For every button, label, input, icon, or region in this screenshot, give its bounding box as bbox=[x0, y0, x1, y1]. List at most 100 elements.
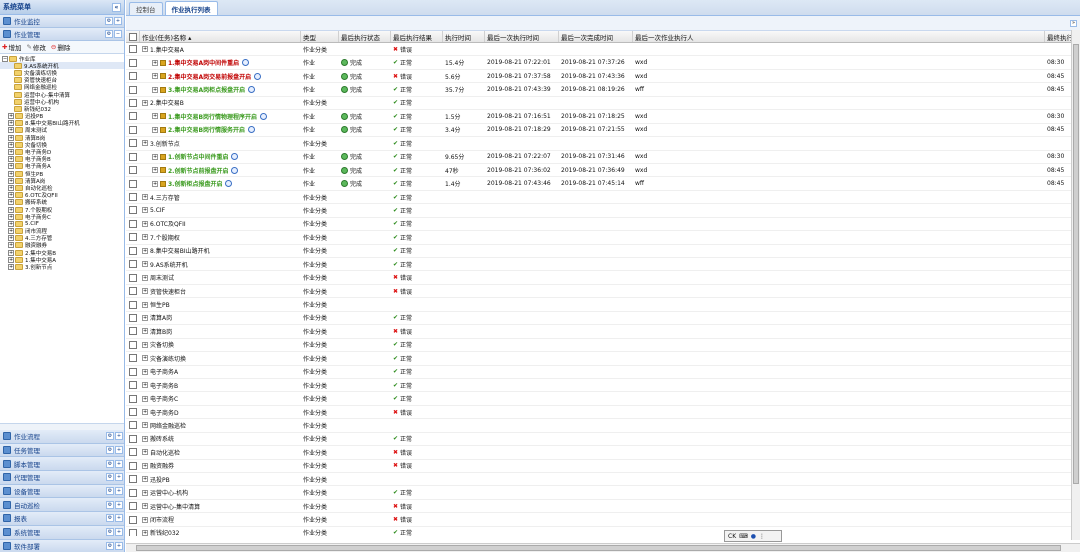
tree-node[interactable]: + 灾备切换 bbox=[0, 141, 124, 148]
table-row[interactable]: +4.三方存管 作业分类 ✔ 正常 bbox=[126, 191, 1080, 205]
expand-icon[interactable]: + bbox=[142, 220, 148, 227]
expand-icon[interactable]: − bbox=[2, 55, 8, 62]
panel-6[interactable]: 报表 ⚙ + bbox=[0, 512, 124, 526]
expand-icon[interactable]: + bbox=[142, 140, 148, 147]
menu-icon[interactable]: ⋮ bbox=[759, 533, 765, 540]
settings-icon[interactable]: ⚙ bbox=[106, 473, 114, 482]
row-name[interactable]: +9.AS系统开机 bbox=[140, 258, 301, 270]
expand-icon[interactable]: + bbox=[8, 177, 14, 184]
tree-node[interactable]: +2.集中交易B bbox=[0, 249, 124, 256]
expand-icon[interactable]: + bbox=[8, 192, 14, 199]
table-row[interactable]: + 自动化巡检 作业分类 ✖ 错误 bbox=[126, 446, 1080, 460]
col-status[interactable]: 最后执行状态 bbox=[339, 31, 391, 42]
row-checkbox[interactable] bbox=[126, 204, 140, 216]
table-row[interactable]: + 网络金融巡检 作业分类 bbox=[126, 419, 1080, 433]
row-checkbox[interactable] bbox=[126, 258, 140, 270]
expand-icon[interactable]: + bbox=[8, 184, 14, 191]
settings-icon[interactable]: ⚙ bbox=[106, 541, 114, 550]
expand-icon[interactable]: + bbox=[8, 220, 14, 227]
expand-icon[interactable]: + bbox=[142, 207, 148, 214]
tree-node[interactable]: 灾备演练切换 bbox=[0, 69, 124, 77]
col-user[interactable]: 最后一次作业执行人 bbox=[633, 31, 1045, 42]
panel-job-monitor[interactable]: 作业监控 ⚙ + bbox=[0, 15, 124, 28]
tree-node[interactable]: 运营中心-机构 bbox=[0, 98, 124, 105]
tree-node[interactable]: 网络金融巡检 bbox=[0, 84, 124, 91]
row-checkbox[interactable] bbox=[126, 271, 140, 283]
table-row[interactable]: +7.个股期权 作业分类 ✔ 正常 bbox=[126, 231, 1080, 245]
row-checkbox[interactable] bbox=[126, 191, 140, 203]
row-checkbox[interactable] bbox=[126, 339, 140, 351]
expand-icon[interactable]: + bbox=[8, 199, 14, 206]
expand-icon[interactable]: + bbox=[115, 432, 123, 441]
tree-node[interactable]: + 融资融券 bbox=[0, 242, 124, 249]
row-name[interactable]: +1.集中交易A岗中间件重启 bbox=[140, 56, 301, 68]
row-checkbox[interactable] bbox=[126, 473, 140, 485]
row-name[interactable]: +2.集中交易B bbox=[140, 97, 301, 109]
table-row[interactable]: + 灾备演练切换 作业分类 ✔ 正常 bbox=[126, 352, 1080, 366]
row-checkbox[interactable] bbox=[126, 245, 140, 257]
row-name[interactable]: +8.集中交易BI山路开机 bbox=[140, 245, 301, 257]
panel-0[interactable]: 作业流程 ⚙ + bbox=[0, 430, 124, 444]
row-name[interactable]: + 周末测试 bbox=[140, 271, 301, 283]
settings-icon[interactable]: ⚙ bbox=[106, 432, 114, 441]
tab-job-execution-list[interactable]: 作业执行列表 bbox=[164, 1, 218, 15]
row-checkbox[interactable] bbox=[126, 312, 140, 324]
expand-icon[interactable]: + bbox=[8, 228, 14, 235]
info-icon[interactable] bbox=[231, 166, 239, 174]
info-icon[interactable] bbox=[231, 153, 239, 161]
row-name[interactable]: +6.OTC及QFII bbox=[140, 218, 301, 230]
expand-icon[interactable]: + bbox=[142, 99, 148, 106]
table-row[interactable]: + 周末测试 作业分类 ✖ 错误 bbox=[126, 271, 1080, 285]
table-row[interactable]: + 闭市流程 作业分类 ✖ 错误 bbox=[126, 513, 1080, 527]
tree-node[interactable]: + 电子商务B bbox=[0, 156, 124, 163]
table-row[interactable]: + 融资融券 作业分类 ✖ 错误 bbox=[126, 460, 1080, 473]
expand-icon[interactable]: + bbox=[142, 476, 148, 483]
job-name[interactable]: 2.集中交易B岗行情服务开启 bbox=[168, 125, 245, 134]
row-checkbox[interactable] bbox=[126, 298, 140, 310]
row-checkbox[interactable] bbox=[126, 419, 140, 431]
row-checkbox[interactable] bbox=[126, 513, 140, 525]
row-name[interactable]: +4.三方存管 bbox=[140, 191, 301, 203]
row-name[interactable]: + 电子商务D bbox=[140, 406, 301, 418]
row-name[interactable]: + 新钱纪032 bbox=[140, 527, 301, 536]
settings-icon[interactable]: ⚙ bbox=[106, 514, 114, 523]
row-checkbox[interactable] bbox=[126, 177, 140, 189]
expand-icon[interactable]: + bbox=[142, 462, 148, 469]
tree-node[interactable]: +6.OTC及QFII bbox=[0, 192, 124, 199]
expand-icon[interactable]: + bbox=[115, 459, 123, 468]
expand-icon[interactable]: + bbox=[142, 516, 148, 523]
ime-toolbar[interactable]: CK ⌨ ● ⋮ bbox=[724, 530, 782, 542]
row-checkbox[interactable] bbox=[126, 406, 140, 418]
tree-node[interactable]: 运营中心-集中清算 bbox=[0, 91, 124, 98]
tree-node[interactable]: 新钱纪032 bbox=[0, 105, 124, 113]
panel-job-management[interactable]: 作业管理 ⚙ − bbox=[0, 28, 124, 41]
expand-icon[interactable]: + bbox=[142, 529, 148, 536]
row-checkbox[interactable] bbox=[126, 151, 140, 163]
expand-icon[interactable]: + bbox=[142, 247, 148, 254]
expand-icon[interactable]: + bbox=[142, 368, 148, 375]
info-icon[interactable] bbox=[248, 86, 256, 94]
expand-icon[interactable]: + bbox=[142, 355, 148, 362]
row-name[interactable]: + 灾备演练切换 bbox=[140, 352, 301, 364]
table-row[interactable]: +3.创新柜点报盘开启 作业 完成 ✔ 正常 1.4分 2019-08-21 07:43:4… bbox=[126, 177, 1080, 191]
add-button[interactable]: ✚ 增加 bbox=[2, 42, 21, 52]
info-icon[interactable] bbox=[260, 112, 268, 120]
row-name[interactable]: + 恒生PB bbox=[140, 298, 301, 310]
expand-icon[interactable]: + bbox=[8, 213, 14, 220]
row-name[interactable]: +3.集中交易A岗柜点报盘开启 bbox=[140, 83, 301, 95]
expand-icon[interactable]: + bbox=[115, 541, 123, 550]
row-checkbox[interactable] bbox=[126, 352, 140, 364]
tree-node[interactable]: + 电子商务A bbox=[0, 163, 124, 170]
expand-icon[interactable]: + bbox=[8, 113, 14, 120]
expand-icon[interactable]: + bbox=[115, 446, 123, 455]
expand-icon[interactable]: + bbox=[115, 514, 123, 523]
row-checkbox[interactable] bbox=[126, 379, 140, 391]
table-row[interactable]: + 恒生PB 作业分类 bbox=[126, 298, 1080, 312]
col-name[interactable]: 作业(任务)名称 ▴ bbox=[140, 31, 301, 42]
expand-icon[interactable]: + bbox=[8, 120, 14, 127]
table-row[interactable]: + 电子商务A 作业分类 ✔ 正常 bbox=[126, 366, 1080, 379]
settings-icon[interactable]: ⚙ bbox=[105, 30, 113, 38]
panel-1[interactable]: 任务管理 ⚙ + bbox=[0, 443, 124, 458]
job-name[interactable]: 1.集中交易B岗行情物理程序开启 bbox=[168, 112, 257, 121]
row-name[interactable]: + 清算A岗 bbox=[140, 312, 301, 324]
